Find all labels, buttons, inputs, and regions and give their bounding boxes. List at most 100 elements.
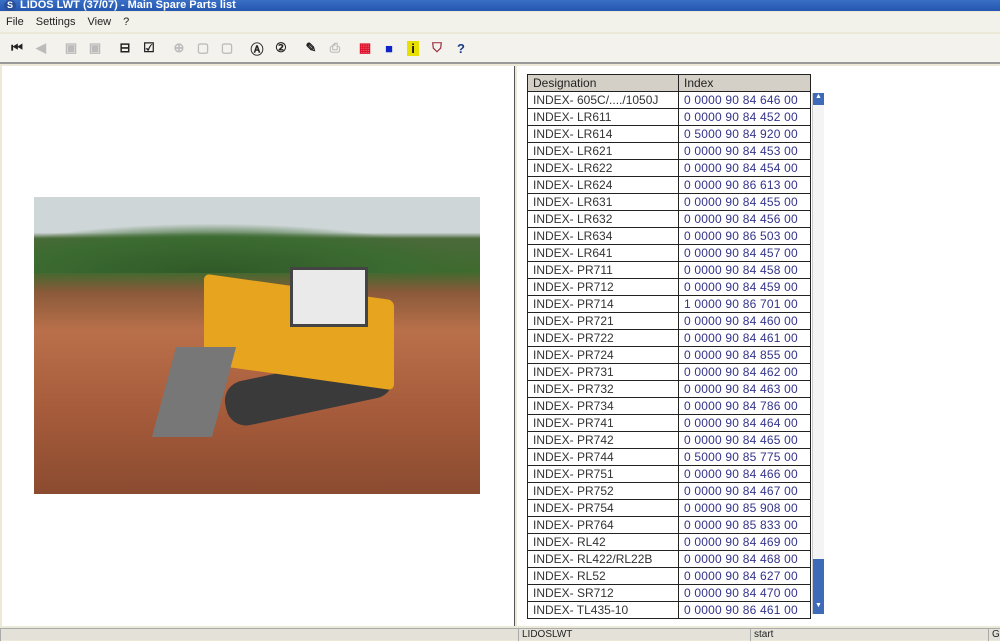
table-row[interactable]: INDEX- PR744 0 5000 90 85 775 00 xyxy=(527,448,811,466)
index-cell[interactable]: 0 0000 90 84 457 00 xyxy=(678,244,811,262)
menu-settings[interactable]: Settings xyxy=(36,16,76,28)
index-cell[interactable]: 0 0000 90 84 461 00 xyxy=(678,329,811,347)
table-row[interactable]: INDEX- LR632 0 0000 90 84 456 00 xyxy=(527,210,811,228)
print-button[interactable]: ⎙ xyxy=(326,39,344,57)
index-cell[interactable]: 0 0000 90 84 460 00 xyxy=(678,312,811,330)
table-row[interactable]: INDEX- PR732 0 0000 90 84 463 00 xyxy=(527,380,811,398)
designation-cell[interactable]: INDEX- PR751 xyxy=(527,465,679,483)
index-cell[interactable]: 0 5000 90 85 775 00 xyxy=(678,448,811,466)
table-row[interactable]: INDEX- PR722 0 0000 90 84 461 00 xyxy=(527,329,811,347)
designation-cell[interactable]: INDEX- LR614 xyxy=(527,125,679,143)
page-forward-button[interactable]: ▣ xyxy=(86,39,104,57)
index-cell[interactable]: 0 0000 90 84 466 00 xyxy=(678,465,811,483)
table-row[interactable]: INDEX- PR751 0 0000 90 84 466 00 xyxy=(527,465,811,483)
table-row[interactable]: INDEX- LR634 0 0000 90 86 503 00 xyxy=(527,227,811,245)
table-row[interactable]: INDEX- PR724 0 0000 90 84 855 00 xyxy=(527,346,811,364)
designation-cell[interactable]: INDEX- RL42 xyxy=(527,533,679,551)
table-row[interactable]: INDEX- TL435-10 0 0000 90 86 461 00 xyxy=(527,601,811,619)
table-row[interactable]: INDEX- PR742 0 0000 90 84 465 00 xyxy=(527,431,811,449)
basket-button[interactable]: ⊟ xyxy=(116,39,134,57)
designation-cell[interactable]: INDEX- LR621 xyxy=(527,142,679,160)
table-row[interactable]: INDEX- LR641 0 0000 90 84 457 00 xyxy=(527,244,811,262)
table-row[interactable]: INDEX- PR712 0 0000 90 84 459 00 xyxy=(527,278,811,296)
table-row[interactable]: INDEX- PR752 0 0000 90 84 467 00 xyxy=(527,482,811,500)
index-cell[interactable]: 0 0000 90 84 469 00 xyxy=(678,533,811,551)
previous-button[interactable]: ◀ xyxy=(32,39,50,57)
vertical-scrollbar[interactable]: ▲ ▼ xyxy=(812,93,824,614)
page-back-button[interactable]: ▣ xyxy=(62,39,80,57)
table-row[interactable]: INDEX- LR611 0 0000 90 84 452 00 xyxy=(527,108,811,126)
edit-list-button[interactable]: ☑ xyxy=(140,39,158,57)
table-row[interactable]: INDEX- 605C/..../1050J 0 0000 90 84 646 0… xyxy=(527,91,811,109)
index-cell[interactable]: 0 0000 90 84 455 00 xyxy=(678,193,811,211)
table-row[interactable]: INDEX- RL42 0 0000 90 84 469 00 xyxy=(527,533,811,551)
fit-page-button[interactable]: ▢ xyxy=(218,39,236,57)
note-button[interactable]: ✎ xyxy=(302,39,320,57)
table-row[interactable]: INDEX- PR714 1 0000 90 86 701 00 xyxy=(527,295,811,313)
table-row[interactable]: INDEX- LR614 0 5000 90 84 920 00 xyxy=(527,125,811,143)
table-row[interactable]: INDEX- LR631 0 0000 90 84 455 00 xyxy=(527,193,811,211)
designation-cell[interactable]: INDEX- PR732 xyxy=(527,380,679,398)
index-cell[interactable]: 0 0000 90 86 613 00 xyxy=(678,176,811,194)
fit-button[interactable]: ▢ xyxy=(194,39,212,57)
designation-cell[interactable]: INDEX- LR634 xyxy=(527,227,679,245)
designation-cell[interactable]: INDEX- PR724 xyxy=(527,346,679,364)
grid-button[interactable]: ▦ xyxy=(356,39,374,57)
table-row[interactable]: INDEX- LR621 0 0000 90 84 453 00 xyxy=(527,142,811,160)
index-cell[interactable]: 0 0000 90 84 855 00 xyxy=(678,346,811,364)
designation-cell[interactable]: INDEX- RL52 xyxy=(527,567,679,585)
designation-cell[interactable]: INDEX- SR712 xyxy=(527,584,679,602)
search-a-button[interactable]: Ⓐ xyxy=(248,39,266,57)
menu-help[interactable]: ? xyxy=(123,16,129,28)
index-cell[interactable]: 1 0000 90 86 701 00 xyxy=(678,295,811,313)
index-cell[interactable]: 0 0000 90 84 467 00 xyxy=(678,482,811,500)
designation-cell[interactable]: INDEX- PR752 xyxy=(527,482,679,500)
designation-cell[interactable]: INDEX- PR731 xyxy=(527,363,679,381)
index-cell[interactable]: 0 0000 90 84 452 00 xyxy=(678,108,811,126)
index-cell[interactable]: 0 0000 90 84 468 00 xyxy=(678,550,811,568)
table-row[interactable]: INDEX- SR712 0 0000 90 84 470 00 xyxy=(527,584,811,602)
designation-cell[interactable]: INDEX- PR722 xyxy=(527,329,679,347)
index-cell[interactable]: 0 0000 90 84 463 00 xyxy=(678,380,811,398)
help-button[interactable]: ? xyxy=(452,39,470,57)
designation-cell[interactable]: INDEX- RL422/RL22B xyxy=(527,550,679,568)
scroll-up-button[interactable]: ▲ xyxy=(813,93,824,105)
designation-cell[interactable]: INDEX- PR744 xyxy=(527,448,679,466)
designation-cell[interactable]: INDEX- PR721 xyxy=(527,312,679,330)
index-cell[interactable]: 0 0000 90 86 503 00 xyxy=(678,227,811,245)
scroll-thumb[interactable] xyxy=(813,559,824,602)
first-record-button[interactable]: ⏮ xyxy=(8,39,26,57)
table-row[interactable]: INDEX- RL52 0 0000 90 84 627 00 xyxy=(527,567,811,585)
index-cell[interactable]: 0 0000 90 84 458 00 xyxy=(678,261,811,279)
index-cell[interactable]: 0 0000 90 84 470 00 xyxy=(678,584,811,602)
table-row[interactable]: INDEX- PR741 0 0000 90 84 464 00 xyxy=(527,414,811,432)
table-row[interactable]: INDEX- PR754 0 0000 90 85 908 00 xyxy=(527,499,811,517)
designation-cell[interactable]: INDEX- TL435-10 xyxy=(527,601,679,619)
shield-button[interactable]: ⛉ xyxy=(428,39,446,57)
table-row[interactable]: INDEX- RL422/RL22B 0 0000 90 84 468 00 xyxy=(527,550,811,568)
index-cell[interactable]: 0 0000 90 84 465 00 xyxy=(678,431,811,449)
designation-cell[interactable]: INDEX- 605C/..../1050J xyxy=(527,91,679,109)
table-row[interactable]: INDEX- PR734 0 0000 90 84 786 00 xyxy=(527,397,811,415)
table-row[interactable]: INDEX- PR731 0 0000 90 84 462 00 xyxy=(527,363,811,381)
designation-cell[interactable]: INDEX- LR632 xyxy=(527,210,679,228)
index-cell[interactable]: 0 0000 90 85 908 00 xyxy=(678,499,811,517)
index-cell[interactable]: 0 0000 90 84 462 00 xyxy=(678,363,811,381)
index-cell[interactable]: 0 0000 90 84 453 00 xyxy=(678,142,811,160)
table-row[interactable]: INDEX- PR764 0 0000 90 85 833 00 xyxy=(527,516,811,534)
index-cell[interactable]: 0 0000 90 84 456 00 xyxy=(678,210,811,228)
designation-cell[interactable]: INDEX- LR622 xyxy=(527,159,679,177)
designation-cell[interactable]: INDEX- LR631 xyxy=(527,193,679,211)
index-cell[interactable]: 0 5000 90 84 920 00 xyxy=(678,125,811,143)
index-cell[interactable]: 0 0000 90 84 786 00 xyxy=(678,397,811,415)
menu-view[interactable]: View xyxy=(87,16,111,28)
table-row[interactable]: INDEX- LR624 0 0000 90 86 613 00 xyxy=(527,176,811,194)
zoom-button[interactable]: ⊕ xyxy=(170,39,188,57)
designation-cell[interactable]: INDEX- LR611 xyxy=(527,108,679,126)
index-cell[interactable]: 0 0000 90 84 454 00 xyxy=(678,159,811,177)
table-row[interactable]: INDEX- PR721 0 0000 90 84 460 00 xyxy=(527,312,811,330)
designation-cell[interactable]: INDEX- LR641 xyxy=(527,244,679,262)
scroll-down-button[interactable]: ▼ xyxy=(813,602,824,614)
search-2-button[interactable]: ② xyxy=(272,39,290,57)
column-header-designation[interactable]: Designation xyxy=(527,74,679,92)
